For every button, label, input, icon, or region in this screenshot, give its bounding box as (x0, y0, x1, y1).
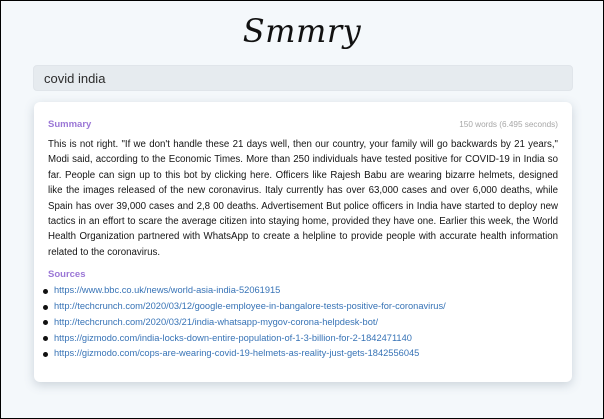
source-item: https://gizmodo.com/cops-are-wearing-cov… (43, 346, 558, 362)
source-item: https://gizmodo.com/india-locks-down-ent… (43, 331, 558, 347)
source-link[interactable]: https://www.bbc.co.uk/news/world-asia-in… (54, 285, 280, 295)
summary-label: Summary (48, 119, 92, 130)
sources-label: Sources (48, 269, 86, 281)
source-item: https://www.bbc.co.uk/news/world-asia-in… (43, 283, 558, 299)
search-input[interactable] (33, 65, 573, 91)
app-logo: Smmry (242, 12, 362, 50)
source-link[interactable]: https://gizmodo.com/cops-are-wearing-cov… (54, 348, 419, 358)
summary-stats: 150 words (6.495 seconds) (459, 120, 558, 129)
sources-list: https://www.bbc.co.uk/news/world-asia-in… (43, 283, 558, 362)
source-link[interactable]: http://techcrunch.com/2020/03/12/google-… (54, 301, 446, 311)
source-item: http://techcrunch.com/2020/03/21/india-w… (43, 315, 558, 331)
source-link[interactable]: https://gizmodo.com/india-locks-down-ent… (54, 333, 412, 343)
summary-header: Summary 150 words (6.495 seconds) (48, 119, 558, 137)
source-link[interactable]: http://techcrunch.com/2020/03/21/india-w… (54, 317, 378, 327)
summary-text: This is not right. "If we don't handle t… (48, 139, 558, 258)
source-item: http://techcrunch.com/2020/03/12/google-… (43, 299, 558, 315)
summary-card: Summary 150 words (6.495 seconds) This i… (34, 102, 572, 382)
